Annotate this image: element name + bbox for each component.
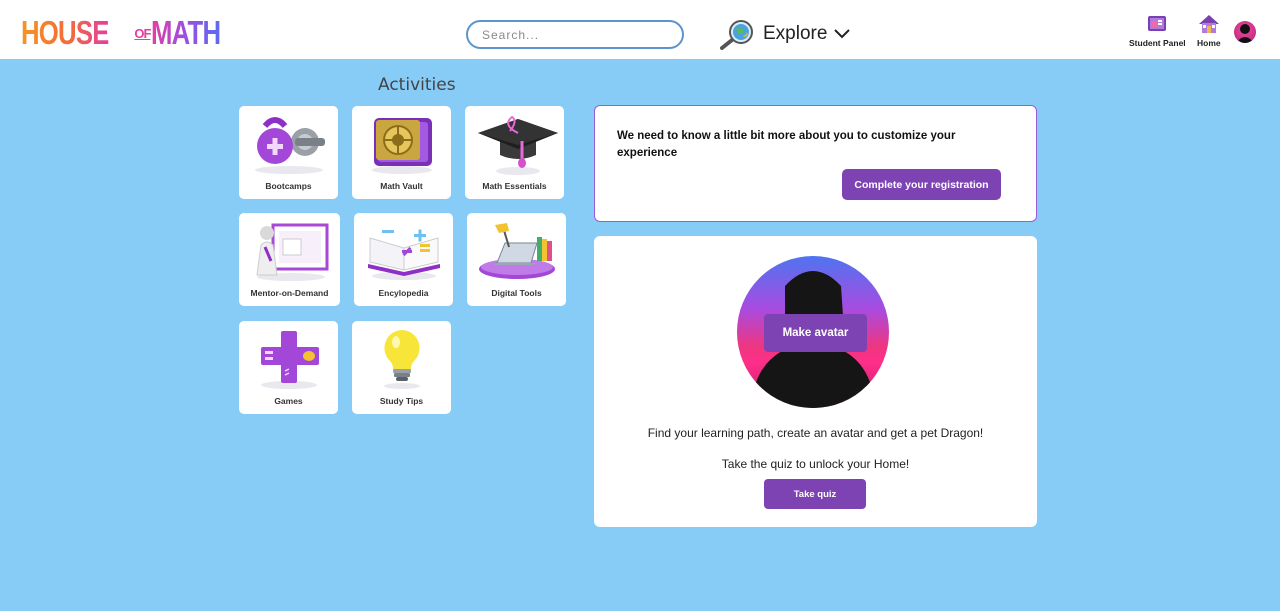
house-of-math-logo[interactable]: HOUSE OF MATH [21,15,240,51]
tile-encylopedia-label: Encylopedia [378,288,429,298]
tile-digital-tools-label: Digital Tools [491,288,542,298]
game-cross-icon [260,331,319,389]
home-icon [1198,15,1219,33]
search-input[interactable] [466,20,684,49]
unlock-home-text: Take the quiz to unlock your Home! [721,457,910,471]
registration-card: We need to know a little bit more about … [594,105,1037,222]
mentor-whiteboard-icon [255,223,328,281]
lightbulb-icon [383,330,420,389]
tile-mentor-on-demand[interactable]: Mentor-on-Demand [239,213,340,306]
tile-math-vault-label: Math Vault [380,181,423,191]
top-header: HOUSE OF MATH Explore Student Panel [0,0,1280,59]
take-quiz-button[interactable]: Take quiz [764,479,866,509]
tile-bootcamps-label: Bootcamps [265,181,312,191]
tile-games[interactable]: Games [239,321,338,414]
tile-encylopedia[interactable]: Encylopedia [354,213,453,306]
vault-icon [371,118,432,174]
nav-home-label: Home [1197,38,1221,48]
user-avatar-icon[interactable] [1234,21,1256,43]
tile-math-essentials-label: Math Essentials [482,181,547,191]
tile-games-label: Games [274,396,303,406]
tile-study-tips-label: Study Tips [379,396,424,406]
learning-path-text: Find your learning path, create an avata… [647,426,984,440]
registration-message: We need to know a little bit more about … [617,130,956,159]
logo-word-house: HOUSE [21,14,109,51]
graduation-cap-icon [477,115,558,175]
kettlebell-icon [254,117,325,174]
nav-home[interactable]: Home [1197,14,1221,48]
tile-bootcamps[interactable]: Bootcamps [239,106,338,199]
make-avatar-button[interactable]: Make avatar [764,314,867,352]
avatar-card: Make avatar Find your learning path, cre… [594,236,1037,527]
logo-word-of: OF [134,26,151,41]
logo-word-math: MATH [151,14,221,51]
explore-label: Explore [763,23,828,44]
tile-study-tips[interactable]: Study Tips [352,321,451,414]
chevron-down-icon [834,29,851,39]
open-book-icon [367,229,440,280]
avatar-silhouette-icon [1236,24,1254,43]
tile-digital-tools[interactable]: Digital Tools [467,213,566,306]
nav-student-panel[interactable]: Student Panel [1129,14,1186,48]
laptop-tools-icon [478,223,555,279]
activities-title: Activities [378,75,456,95]
explore-magnifier-icon [720,20,753,50]
tile-math-vault[interactable]: Math Vault [352,106,451,199]
student-panel-icon [1148,16,1167,31]
nav-student-panel-label: Student Panel [1129,38,1186,48]
explore-menu[interactable]: Explore [719,17,851,51]
tile-math-essentials[interactable]: Math Essentials [465,106,564,199]
tile-mentor-on-demand-label: Mentor-on-Demand [250,288,329,298]
complete-registration-button[interactable]: Complete your registration [842,169,1001,200]
